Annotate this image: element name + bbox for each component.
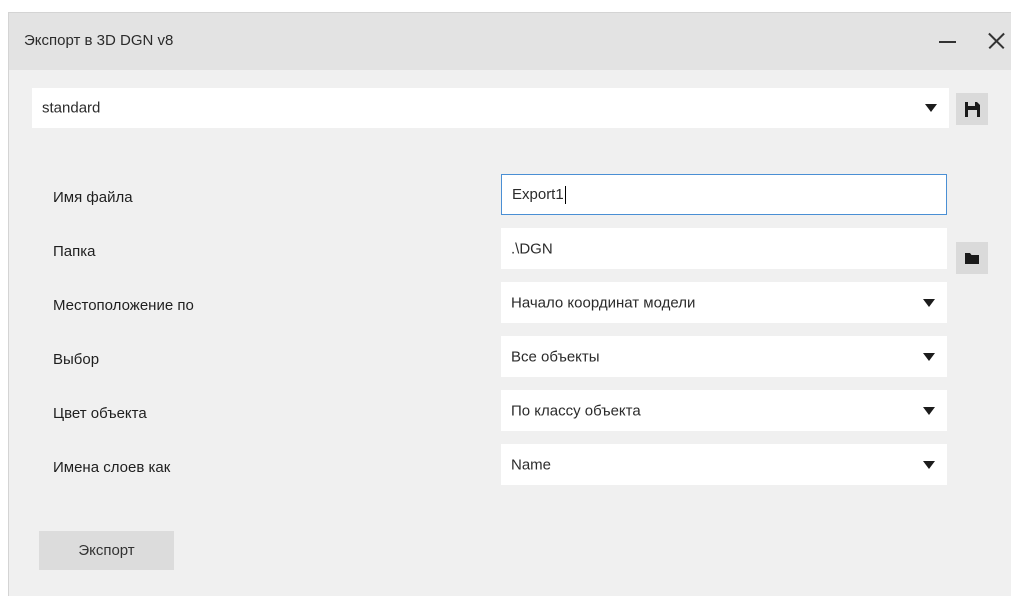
folder-value: .\DGN (511, 240, 553, 257)
text-caret (564, 185, 566, 204)
layer-names-label: Имена слоев как (53, 459, 171, 476)
location-dropdown[interactable]: Начало координат модели (501, 282, 947, 323)
location-value: Начало координат модели (511, 294, 696, 311)
chevron-down-icon (923, 406, 935, 415)
filename-label: Имя файла (53, 189, 133, 206)
filename-value: Export1 (512, 185, 564, 203)
window-title: Экспорт в 3D DGN v8 (24, 32, 174, 49)
title-bar[interactable]: Экспорт в 3D DGN v8 (9, 13, 1011, 70)
floppy-disk-icon (965, 102, 980, 117)
layer-names-dropdown[interactable]: Name (501, 444, 947, 485)
folder-label: Папка (53, 243, 96, 260)
close-button[interactable] (978, 23, 1011, 59)
export-button[interactable]: Экспорт (39, 531, 174, 570)
selection-dropdown[interactable]: Все объекты (501, 336, 947, 377)
object-color-label: Цвет объекта (53, 405, 147, 422)
location-label: Местоположение по (53, 297, 194, 314)
chevron-down-icon (923, 352, 935, 361)
selection-label: Выбор (53, 351, 100, 368)
save-preset-button[interactable] (956, 93, 988, 125)
layer-names-value: Name (511, 456, 552, 473)
folder-input[interactable]: .\DGN (501, 228, 947, 269)
selection-value: Все объекты (511, 348, 600, 365)
object-color-value: По классу объекта (511, 402, 641, 419)
filename-input[interactable]: Export1 (501, 174, 947, 215)
chevron-down-icon (923, 298, 935, 307)
chevron-down-icon (923, 460, 935, 469)
export-dialog: Экспорт в 3D DGN v8 standard Имя файла E… (8, 12, 1011, 596)
chevron-down-icon (925, 104, 937, 112)
preset-dropdown[interactable]: standard (32, 88, 949, 128)
minimize-button[interactable] (930, 23, 966, 59)
browse-folder-button[interactable] (956, 242, 988, 274)
preset-value: standard (42, 99, 101, 117)
object-color-dropdown[interactable]: По классу объекта (501, 390, 947, 431)
folder-icon (965, 253, 979, 264)
